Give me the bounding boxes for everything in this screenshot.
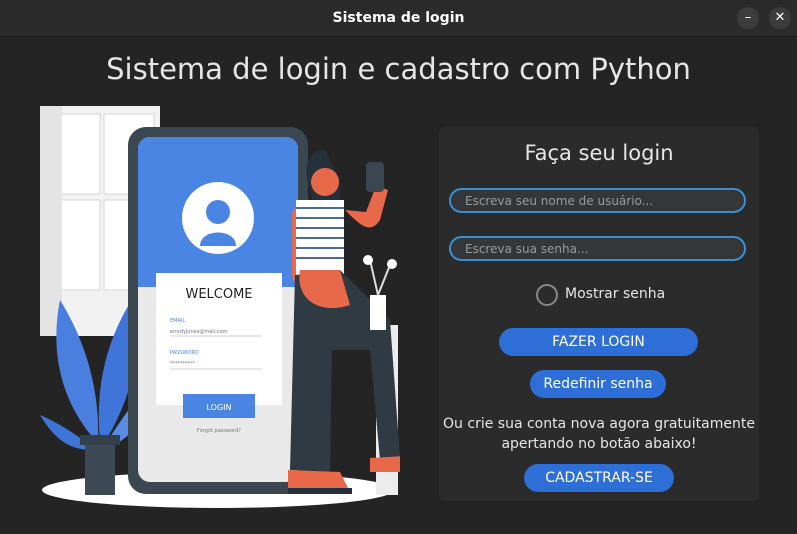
login-button[interactable]: FAZER LOGIN: [499, 328, 698, 356]
show-password-label[interactable]: Mostrar senha: [565, 286, 665, 302]
welcome-text: WELCOME: [185, 287, 252, 302]
signup-note-line1: Ou crie sua conta nova agora gratuitamen…: [443, 416, 755, 432]
password-label: PASSWORD: [170, 350, 199, 356]
password-value: **********: [170, 361, 196, 367]
signup-note: Ou crie sua conta nova agora gratuitamen…: [439, 414, 759, 454]
forgot-text: Forgot password?: [197, 428, 241, 434]
panel-title: Faça seu login: [524, 141, 674, 165]
email-value: emrdyjones@mail.com: [170, 329, 227, 335]
signup-note-line2: apertando no botão abaixo!: [501, 436, 697, 452]
minimize-icon: –: [744, 10, 752, 25]
show-password-checkbox[interactable]: [536, 284, 558, 306]
username-input[interactable]: [449, 188, 746, 213]
login-illustration: WELCOME EMAIL emrdyjones@mail.com PASSWO…: [40, 106, 400, 508]
close-icon: ✕: [774, 10, 786, 25]
email-label: EMAIL: [170, 318, 185, 324]
close-button[interactable]: ✕: [769, 7, 791, 29]
phone-login-button: LOGIN: [206, 403, 231, 412]
password-input[interactable]: [449, 236, 746, 261]
minimize-button[interactable]: –: [737, 7, 759, 29]
page-heading: Sistema de login e cadastro com Python: [106, 52, 691, 86]
phone-illustration: WELCOME EMAIL emrdyjones@mail.com PASSWO…: [128, 127, 308, 494]
title-bar: Sistema de login – ✕: [0, 0, 797, 37]
signup-button[interactable]: CADASTRAR-SE: [524, 464, 674, 492]
login-panel: Faça seu login Mostrar senha FAZER LOGIN…: [439, 127, 759, 501]
window-title: Sistema de login: [332, 10, 465, 26]
reset-password-button[interactable]: Redefinir senha: [530, 370, 666, 398]
